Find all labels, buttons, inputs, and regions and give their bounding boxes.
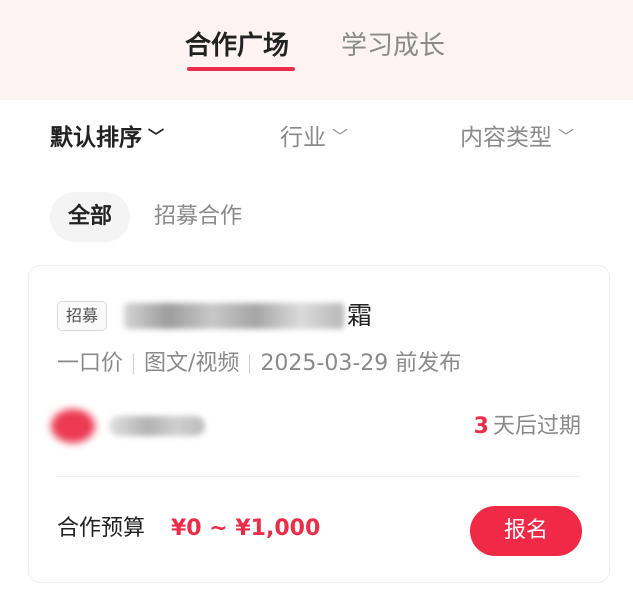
card-meta: 一口价 图文/视频 2025-03-29 前发布 bbox=[57, 348, 461, 380]
meta-divider bbox=[133, 354, 135, 374]
card-title-tail: 霜 bbox=[347, 301, 373, 330]
chevron-down-icon: ﹀ bbox=[332, 127, 349, 146]
brand-avatar bbox=[51, 409, 95, 443]
content-type-filter-dropdown[interactable]: 内容类型 ﹀ bbox=[460, 122, 574, 154]
expire-info: 3 天后过期 bbox=[474, 411, 581, 443]
publish-deadline: 2025-03-29 前发布 bbox=[260, 351, 462, 376]
active-tab-indicator bbox=[187, 67, 295, 71]
chevron-down-icon: ﹀ bbox=[148, 127, 165, 146]
expire-days: 3 bbox=[473, 414, 489, 439]
chip-recruit-cooperation[interactable]: 招募合作 bbox=[136, 192, 260, 242]
expire-text: 天后过期 bbox=[492, 414, 581, 439]
tab-learning-growth[interactable]: 学习成长 bbox=[341, 28, 445, 64]
tab-cooperation-plaza[interactable]: 合作广场 bbox=[185, 28, 289, 64]
meta-divider bbox=[249, 354, 251, 374]
content-type-filter-label: 内容类型 bbox=[460, 125, 552, 151]
price-type: 一口价 bbox=[57, 351, 124, 376]
industry-filter-dropdown[interactable]: 行业 ﹀ bbox=[280, 122, 348, 154]
top-tab-bar: 合作广场 学习成长 bbox=[0, 0, 633, 100]
card-divider bbox=[57, 476, 581, 477]
chip-all[interactable]: 全部 bbox=[50, 192, 131, 242]
main-content: 默认排序 ﹀ 行业 ﹀ 内容类型 ﹀ 全部 招募合作 招募 霜 一口价 图文/视… bbox=[0, 100, 633, 593]
content-format: 图文/视频 bbox=[144, 351, 240, 376]
industry-filter-label: 行业 bbox=[280, 125, 326, 151]
apply-button[interactable]: 报名 bbox=[470, 506, 582, 556]
cooperation-card[interactable]: 招募 霜 一口价 图文/视频 2025-03-29 前发布 3 天后过期 合作预算… bbox=[28, 265, 610, 583]
recruit-badge: 招募 bbox=[57, 301, 108, 331]
sort-filter-label: 默认排序 bbox=[50, 125, 142, 151]
budget-label: 合作预算 bbox=[57, 516, 146, 541]
blurred-brand-name bbox=[109, 416, 205, 436]
budget-value: ¥0 ~ ¥1,000 bbox=[171, 516, 321, 541]
chevron-down-icon: ﹀ bbox=[558, 127, 575, 146]
blurred-title bbox=[124, 303, 344, 329]
sort-filter-dropdown[interactable]: 默认排序 ﹀ bbox=[50, 122, 164, 154]
